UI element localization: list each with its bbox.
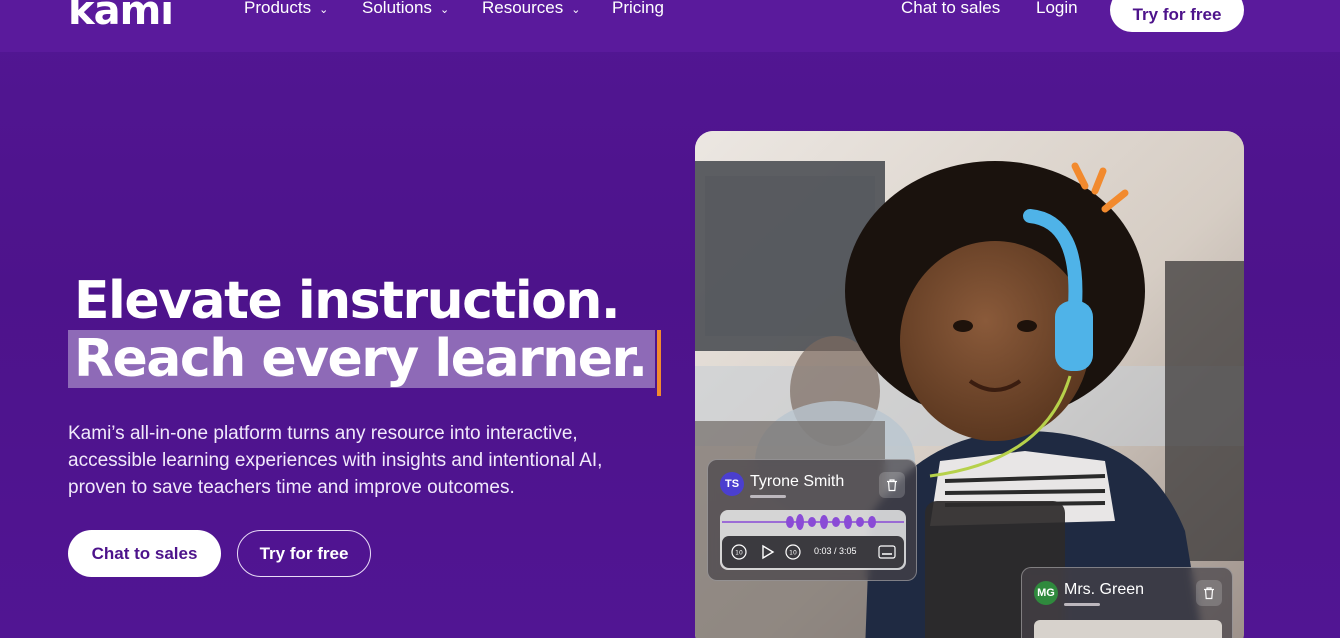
nav-item-label: Resources bbox=[482, 0, 564, 17]
text-cursor-accent bbox=[656, 330, 661, 396]
nav-login-link[interactable]: Login bbox=[1036, 0, 1078, 18]
nav-item-products[interactable]: Products ⌄ bbox=[244, 0, 328, 18]
svg-text:10: 10 bbox=[789, 550, 797, 557]
chat-to-sales-button[interactable]: Chat to sales bbox=[68, 530, 221, 577]
hero-headline: Elevate instruction. Reach every learner… bbox=[68, 271, 661, 396]
chevron-down-icon: ⌄ bbox=[319, 3, 329, 16]
trash-icon[interactable] bbox=[1196, 580, 1222, 606]
chevron-down-icon: ⌄ bbox=[439, 3, 450, 16]
nav-item-pricing[interactable]: Pricing bbox=[612, 0, 664, 18]
chevron-down-icon: ⌄ bbox=[571, 3, 581, 16]
teacher-name: Mrs. Green bbox=[1064, 581, 1145, 598]
kami-logo[interactable]: kami bbox=[68, 0, 174, 34]
playback-time: 0:03 / 3:05 bbox=[814, 546, 857, 556]
nav-try-for-free-button[interactable]: Try for free bbox=[1110, 0, 1244, 32]
nav-item-label: Products bbox=[244, 0, 312, 17]
name-underline bbox=[1064, 603, 1100, 606]
name-underline bbox=[750, 495, 786, 498]
audio-player: 10 10 0:03 / 3:05 bbox=[720, 510, 906, 570]
nav-item-label: Solutions bbox=[362, 0, 432, 17]
nav-item-label: Pricing bbox=[612, 0, 664, 17]
teacher-card: MG Mrs. Green bbox=[1021, 567, 1233, 638]
captions-icon[interactable] bbox=[878, 545, 896, 559]
rewind-10-icon[interactable]: 10 bbox=[730, 543, 748, 561]
avatar: TS bbox=[720, 472, 744, 496]
avatar: MG bbox=[1034, 581, 1058, 605]
headline-line-1: Elevate instruction. bbox=[74, 271, 621, 331]
top-nav: kami Products ⌄ Solutions ⌄ Resources ⌄ … bbox=[0, 0, 1340, 52]
waveform bbox=[722, 514, 904, 530]
nav-chat-to-sales-link[interactable]: Chat to sales bbox=[901, 0, 1000, 18]
hero-description: Kami’s all-in-one platform turns any res… bbox=[68, 423, 603, 498]
try-for-free-button[interactable]: Try for free bbox=[237, 530, 371, 577]
play-icon[interactable] bbox=[758, 543, 776, 561]
trash-icon[interactable] bbox=[879, 472, 905, 498]
nav-item-solutions[interactable]: Solutions ⌄ bbox=[362, 0, 449, 18]
teacher-video-thumbnail bbox=[1034, 620, 1222, 638]
headline-line-2-wrap: Reach every learner. bbox=[68, 330, 661, 396]
nav-item-resources[interactable]: Resources ⌄ bbox=[482, 0, 580, 18]
student-audio-card: TS Tyrone Smith 10 10 0:03 / 3:05 bbox=[707, 459, 917, 581]
svg-text:10: 10 bbox=[735, 550, 743, 557]
player-controls: 10 10 0:03 / 3:05 bbox=[722, 536, 904, 568]
headline-line-2: Reach every learner. bbox=[68, 330, 655, 388]
forward-10-icon[interactable]: 10 bbox=[784, 543, 802, 561]
student-name: Tyrone Smith bbox=[750, 473, 845, 490]
